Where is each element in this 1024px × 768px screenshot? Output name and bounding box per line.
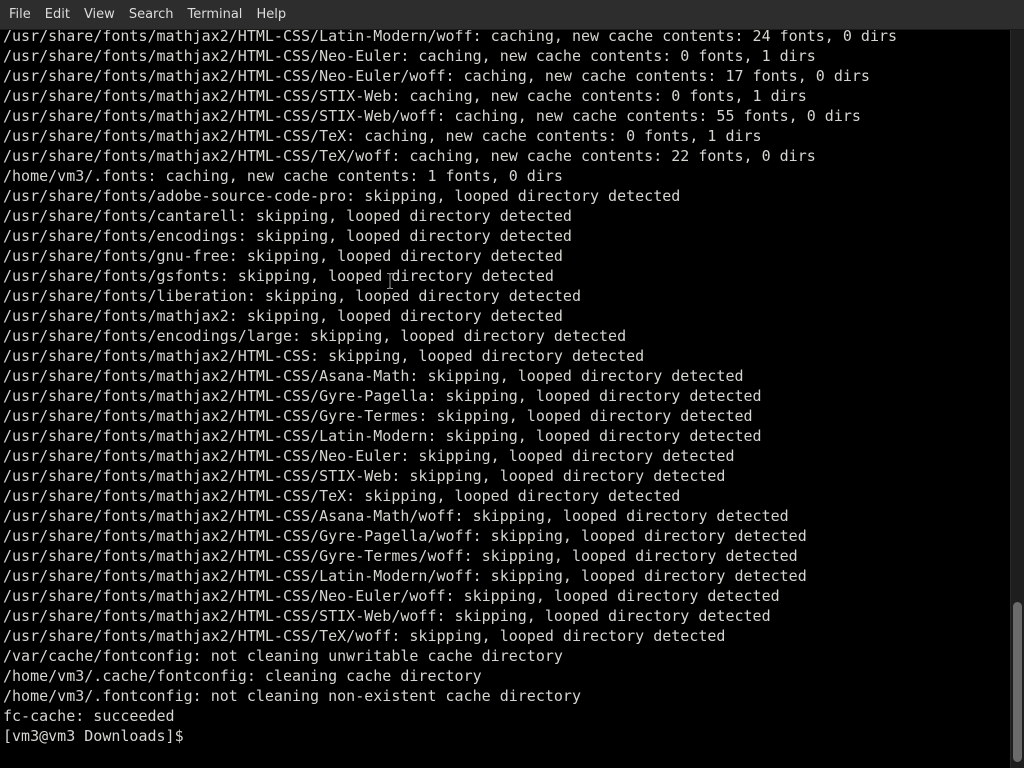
text-cursor — [195, 728, 204, 745]
menu-bar: File Edit View Search Terminal Help — [0, 0, 1024, 30]
terminal-line: /home/vm3/.cache/fontconfig: cleaning ca… — [3, 667, 482, 685]
terminal-line: /usr/share/fonts/mathjax2/HTML-CSS/Gyre-… — [3, 527, 807, 545]
terminal-line: /usr/share/fonts/encodings: skipping, lo… — [3, 227, 572, 245]
terminal-line: /usr/share/fonts/mathjax2/HTML-CSS/Neo-E… — [3, 587, 780, 605]
terminal-line: /usr/share/fonts/mathjax2/HTML-CSS/Latin… — [3, 427, 762, 445]
terminal-line: /usr/share/fonts/gnu-free: skipping, loo… — [3, 247, 563, 265]
terminal-lines: /usr/share/fonts/mathjax2/HTML-CSS/Latin… — [3, 30, 897, 746]
terminal-line: /usr/share/fonts/mathjax2/HTML-CSS/TeX: … — [3, 487, 681, 505]
terminal-output[interactable]: /usr/share/fonts/mathjax2/HTML-CSS/Latin… — [0, 30, 1010, 768]
terminal-line: /usr/share/fonts/mathjax2/HTML-CSS/STIX-… — [3, 87, 807, 105]
terminal-line: /usr/share/fonts/mathjax2/HTML-CSS/Asana… — [3, 507, 789, 525]
terminal-line: /usr/share/fonts/mathjax2/HTML-CSS/Gyre-… — [3, 407, 753, 425]
terminal-line: /usr/share/fonts/encodings/large: skippi… — [3, 327, 627, 345]
menu-help[interactable]: Help — [249, 0, 293, 30]
terminal-line: /usr/share/fonts/mathjax2/HTML-CSS/STIX-… — [3, 607, 771, 625]
menu-view[interactable]: View — [77, 0, 122, 30]
terminal-line: /usr/share/fonts/mathjax2/HTML-CSS/TeX/w… — [3, 627, 726, 645]
terminal-line: /home/vm3/.fonts: caching, new cache con… — [3, 167, 563, 185]
terminal-line: /usr/share/fonts/mathjax2/HTML-CSS/Latin… — [3, 30, 898, 45]
menu-terminal[interactable]: Terminal — [180, 0, 249, 30]
terminal-window: File Edit View Search Terminal Help /usr… — [0, 0, 1024, 768]
vertical-scrollbar[interactable] — [1010, 30, 1024, 768]
terminal-line: /usr/share/fonts/mathjax2/HTML-CSS/TeX/w… — [3, 147, 816, 165]
text-cursor-icon — [387, 273, 393, 289]
terminal-line: /usr/share/fonts/mathjax2/HTML-CSS/Gyre-… — [3, 387, 762, 405]
terminal-line: /usr/share/fonts/liberation: skipping, l… — [3, 287, 581, 305]
terminal-line: /usr/share/fonts/cantarell: skipping, lo… — [3, 207, 572, 225]
terminal-line: /usr/share/fonts/mathjax2/HTML-CSS/Latin… — [3, 567, 807, 585]
menu-file[interactable]: File — [2, 0, 38, 30]
terminal-line: /usr/share/fonts/mathjax2/HTML-CSS/Neo-E… — [3, 47, 816, 65]
terminal-line: /home/vm3/.fontconfig: not cleaning non-… — [3, 687, 581, 705]
shell-prompt: [vm3@vm3 Downloads]$ — [3, 727, 193, 745]
terminal-line: /usr/share/fonts/adobe-source-code-pro: … — [3, 187, 681, 205]
menu-edit[interactable]: Edit — [38, 0, 77, 30]
terminal-line: /usr/share/fonts/mathjax2/HTML-CSS/Neo-E… — [3, 67, 870, 85]
menu-search[interactable]: Search — [122, 0, 181, 30]
terminal-line: /usr/share/fonts/mathjax2/HTML-CSS/STIX-… — [3, 467, 726, 485]
terminal-line: fc-cache: succeeded — [3, 707, 175, 725]
terminal-line: /usr/share/fonts/mathjax2/HTML-CSS/Neo-E… — [3, 447, 735, 465]
terminal-line: /usr/share/fonts/mathjax2: skipping, loo… — [3, 307, 563, 325]
prompt-line[interactable]: [vm3@vm3 Downloads]$ — [3, 726, 897, 746]
scrollbar-thumb[interactable] — [1013, 602, 1022, 762]
terminal-line: /usr/share/fonts/mathjax2/HTML-CSS: skip… — [3, 347, 645, 365]
terminal-line: /usr/share/fonts/mathjax2/HTML-CSS/STIX-… — [3, 107, 861, 125]
terminal-line: /usr/share/fonts/mathjax2/HTML-CSS/TeX: … — [3, 127, 762, 145]
terminal-line: /usr/share/fonts/mathjax2/HTML-CSS/Gyre-… — [3, 547, 798, 565]
terminal-line: /usr/share/fonts/mathjax2/HTML-CSS/Asana… — [3, 367, 744, 385]
terminal-line: /usr/share/fonts/gsfonts: skipping, loop… — [3, 267, 554, 285]
terminal-line: /var/cache/fontconfig: not cleaning unwr… — [3, 647, 563, 665]
